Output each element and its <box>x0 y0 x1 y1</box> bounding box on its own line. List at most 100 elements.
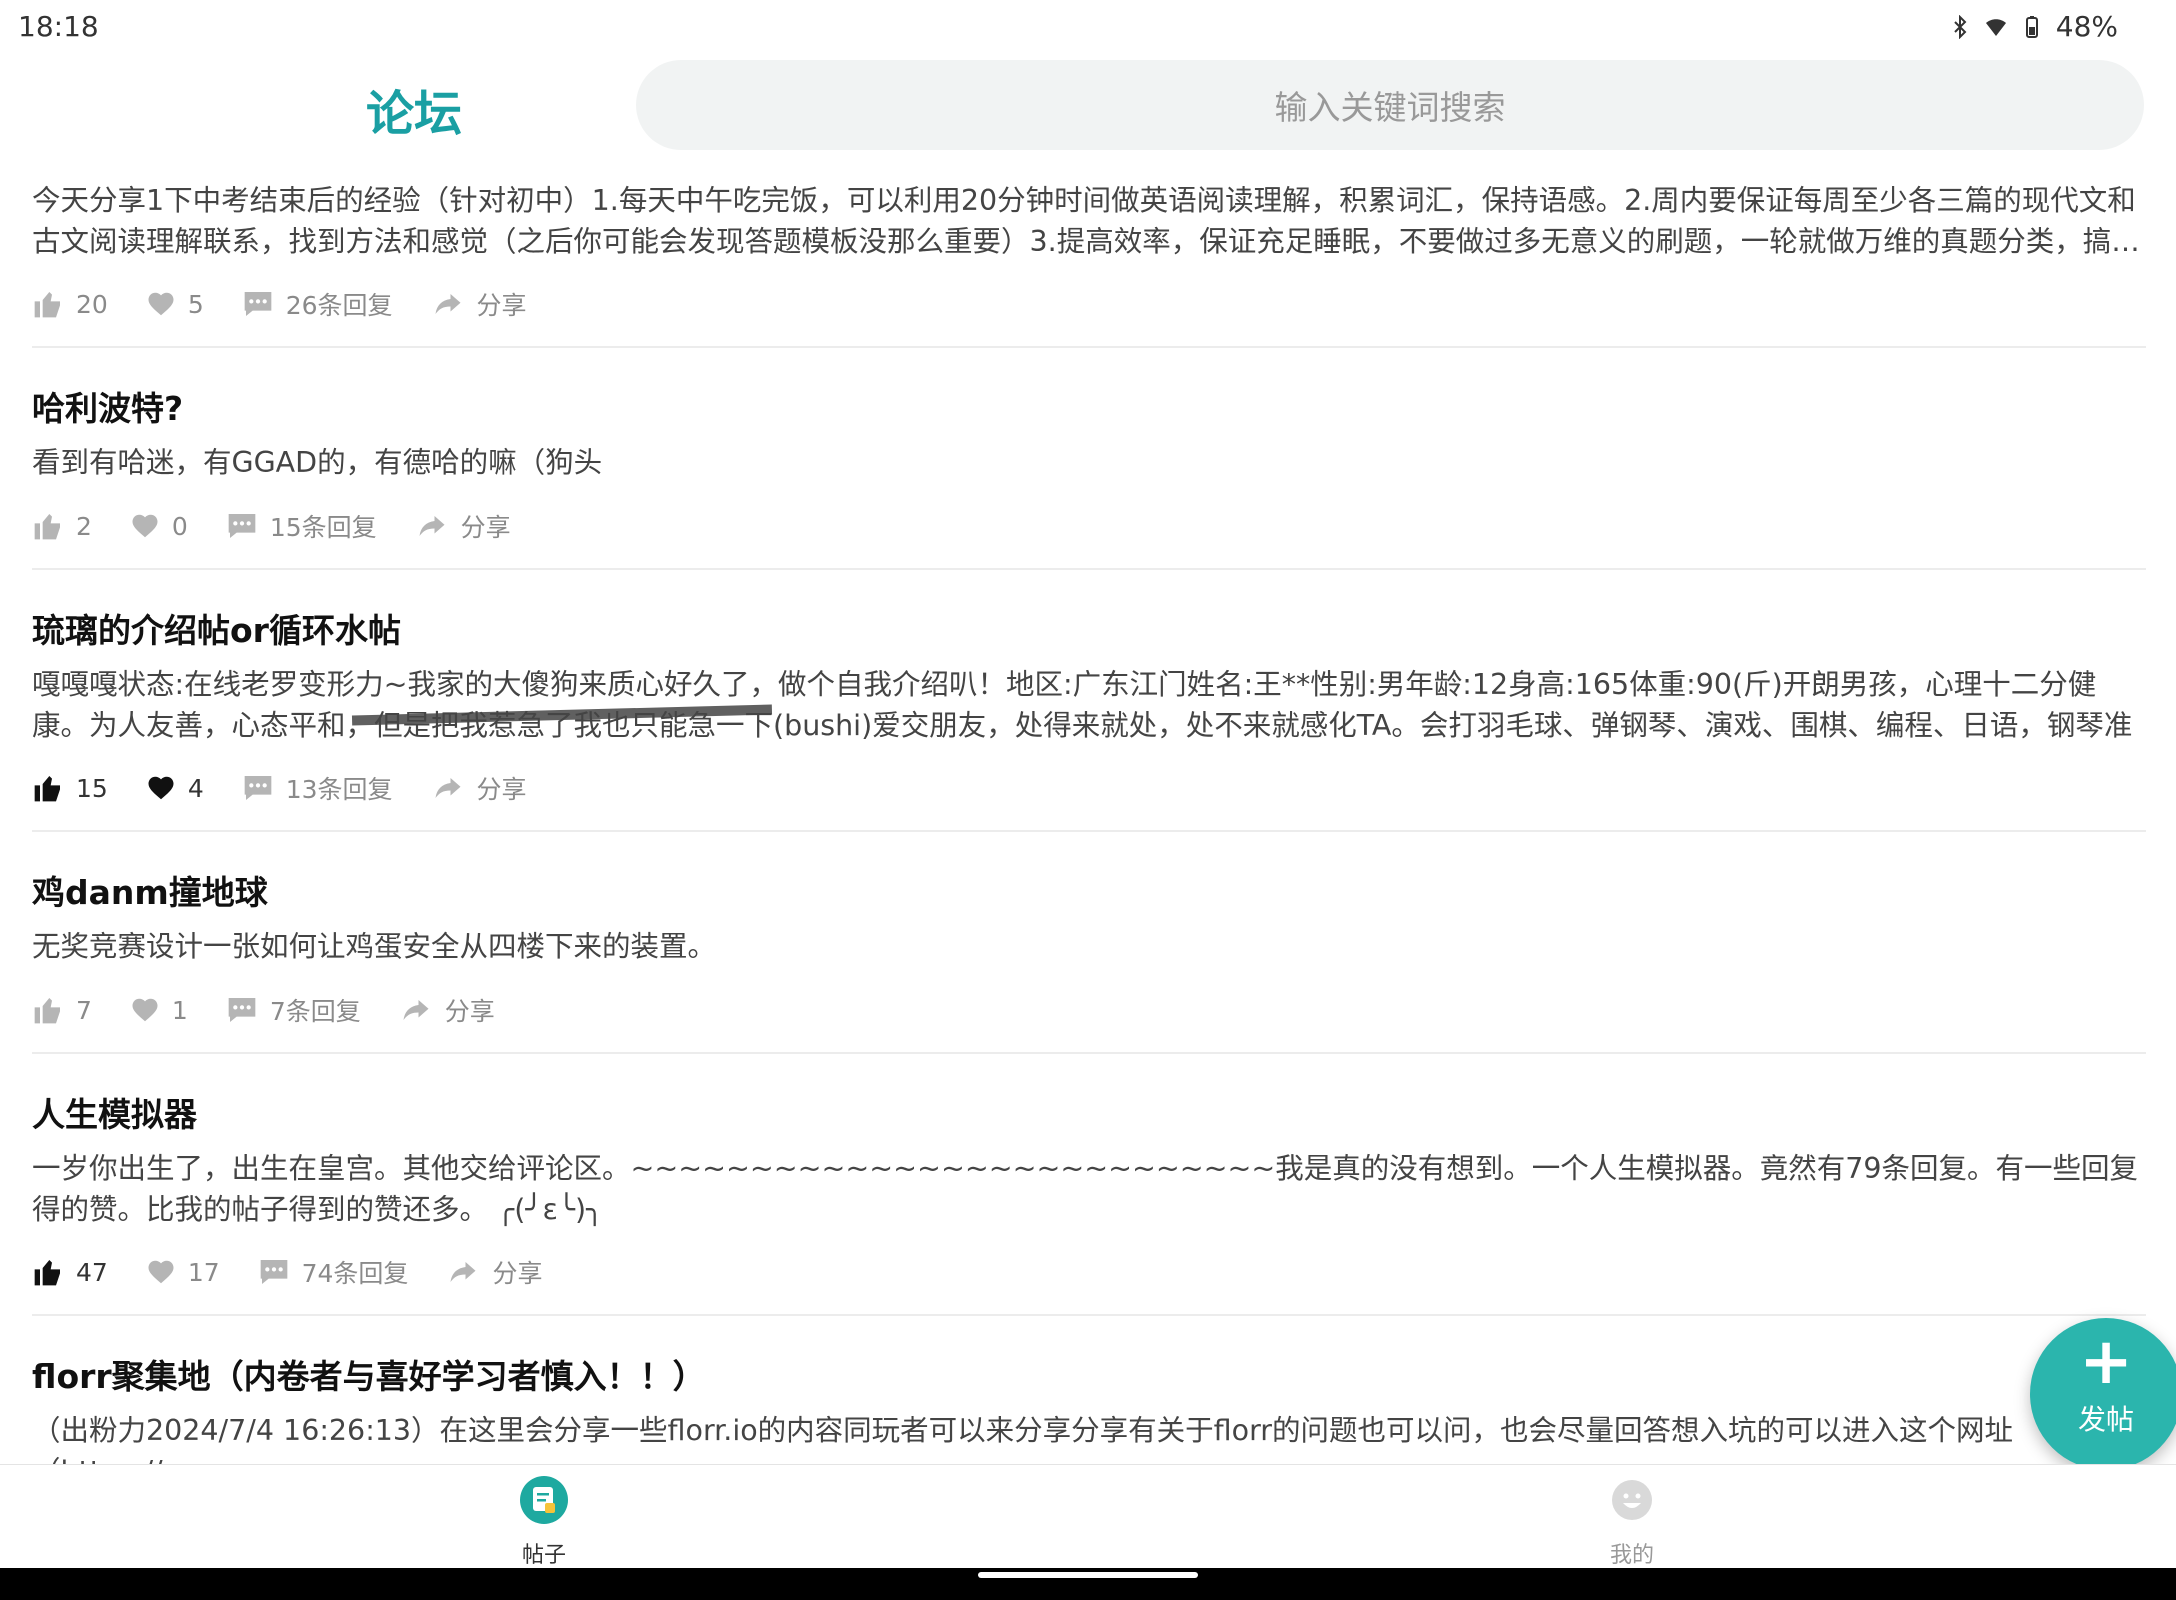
reply-button[interactable]: 13条回复 <box>242 770 393 806</box>
share-button[interactable]: 分享 <box>431 286 527 322</box>
favorite-button[interactable]: 1 <box>130 995 188 1025</box>
share-label: 分享 <box>492 1259 543 1288</box>
post-body: （出粉力2024/7/4 16:26:13）在这里会分享一些florr.io的内… <box>32 1414 2014 1464</box>
thumbs-up-icon <box>34 1260 60 1286</box>
share-button[interactable]: 分享 <box>446 1254 542 1290</box>
nav-posts-label: 帖子 <box>521 1543 566 1568</box>
like-button[interactable]: 15 <box>32 772 108 804</box>
reply-count: 74条回复 <box>301 1259 409 1288</box>
post-item[interactable]: 哈利波特? 看到有哈迷，有GGAD的，有德哈的嘛（狗头 2 0 15条回复 分享 <box>32 346 2146 570</box>
new-post-label: 发帖 <box>2077 1403 2134 1436</box>
like-button[interactable]: 7 <box>32 994 92 1026</box>
header: 论坛 输入关键词搜索 <box>0 52 2176 162</box>
post-body: 一岁你出生了，出生在皇宫。其他交给评论区。~~~~~~~~~~~~~~~~~~~… <box>32 1152 2139 1226</box>
reply-count: 26条回复 <box>285 291 393 320</box>
post-body: 看到有哈迷，有GGAD的，有德哈的嘛（狗头 <box>32 446 603 479</box>
comment-icon <box>244 776 272 800</box>
like-count: 20 <box>76 289 108 319</box>
post-actions: 20 5 26条回复 分享 <box>32 284 565 324</box>
thumbs-up-icon <box>34 998 60 1024</box>
post-item[interactable]: 鸡danm撞地球 无奖竞赛设计一张如何让鸡蛋安全从四楼下来的装置。 7 1 7条… <box>32 830 2146 1054</box>
plus-icon: + <box>2079 1325 2133 1399</box>
share-button[interactable]: 分享 <box>399 992 495 1028</box>
thumbs-up-icon <box>34 292 60 318</box>
post-title: 人生模拟器 <box>32 1095 197 1134</box>
share-button[interactable]: 分享 <box>415 508 511 544</box>
reply-button[interactable]: 7条回复 <box>226 992 361 1028</box>
reply-button[interactable]: 74条回复 <box>258 1254 409 1290</box>
share-icon <box>450 1262 476 1282</box>
share-icon <box>403 1000 429 1020</box>
nav-me-label: 我的 <box>1609 1543 1654 1568</box>
comment-icon <box>244 292 272 316</box>
wifi-icon <box>1985 18 2006 36</box>
nav-posts[interactable]: 帖子 <box>484 1475 604 1569</box>
home-handle[interactable] <box>978 1572 1198 1578</box>
status-bar: 18:18 48% <box>0 0 2176 52</box>
bluetooth-icon <box>1954 14 1967 39</box>
like-button[interactable]: 2 <box>32 510 92 542</box>
battery-percent: 48% <box>2055 10 2118 43</box>
reply-button[interactable]: 26条回复 <box>242 286 393 322</box>
page-title: 论坛 <box>366 86 463 142</box>
like-button[interactable]: 47 <box>32 1256 108 1288</box>
share-label: 分享 <box>460 513 511 542</box>
favorite-count: 4 <box>187 773 204 803</box>
post-body: 今天分享1下中考结束后的经验（针对初中）1.每天中午吃完饭，可以利用20分钟时间… <box>32 184 2140 258</box>
post-title: 哈利波特? <box>32 389 184 428</box>
comment-icon <box>260 1260 287 1284</box>
posts-icon <box>520 1476 568 1524</box>
like-count: 7 <box>76 995 92 1025</box>
post-actions: 15 4 13条回复 分享 <box>32 768 565 808</box>
comment-icon <box>228 514 256 538</box>
battery-icon <box>2025 15 2038 38</box>
favorite-count: 17 <box>187 1257 220 1287</box>
favorite-count: 0 <box>171 511 188 541</box>
like-count: 47 <box>76 1257 108 1287</box>
like-button[interactable]: 20 <box>32 288 108 320</box>
favorite-count: 1 <box>171 995 188 1025</box>
nav-me[interactable]: 我的 <box>1572 1475 1692 1569</box>
post-item[interactable]: florr聚集地（内卷者与喜好学习者慎入！！） （出粉力2024/7/4 16:… <box>32 1314 2146 1464</box>
heart-icon <box>148 776 174 800</box>
reply-count: 15条回复 <box>269 513 377 542</box>
post-actions: 2 0 15条回复 分享 <box>32 506 549 546</box>
favorite-button[interactable]: 0 <box>130 511 188 541</box>
reply-count: 7条回复 <box>269 997 361 1026</box>
favorite-count: 5 <box>187 289 204 319</box>
post-body: 无奖竞赛设计一张如何让鸡蛋安全从四楼下来的装置。 <box>32 930 717 963</box>
status-time: 18:18 <box>18 10 99 43</box>
post-title: 琉璃的介绍帖or循环水帖 <box>32 611 401 650</box>
share-label: 分享 <box>476 775 527 804</box>
thumbs-up-icon <box>34 776 60 802</box>
post-title: 鸡danm撞地球 <box>32 873 268 912</box>
reply-count: 13条回复 <box>285 775 393 804</box>
share-icon <box>419 516 445 536</box>
post-feed[interactable]: 今天分享1下中考结束后的经验（针对初中）1.每天中午吃完饭，可以利用20分钟时间… <box>0 162 2176 1464</box>
search-input[interactable]: 输入关键词搜索 <box>636 60 2144 150</box>
post-item[interactable]: 人生模拟器 一岁你出生了，出生在皇宫。其他交给评论区。~~~~~~~~~~~~~… <box>32 1052 2146 1316</box>
post-actions: 7 1 7条回复 分享 <box>32 990 533 1030</box>
comment-icon <box>228 998 256 1022</box>
new-post-button[interactable]: + 发帖 <box>2030 1318 2176 1470</box>
profile-icon <box>1612 1480 1652 1520</box>
share-icon <box>435 294 461 314</box>
share-label: 分享 <box>476 291 527 320</box>
like-count: 2 <box>76 511 92 541</box>
post-item[interactable]: 今天分享1下中考结束后的经验（针对初中）1.每天中午吃完饭，可以利用20分钟时间… <box>32 162 2146 348</box>
favorite-button[interactable]: 4 <box>146 773 204 803</box>
post-body: 嘎嘎嘎状态:在线老罗变形力~我家的大傻狗来质心好久了，做个自我介绍叭！地区:广东… <box>32 668 2133 742</box>
post-item[interactable]: 琉璃的介绍帖or循环水帖 嘎嘎嘎状态:在线老罗变形力~我家的大傻狗来质心好久了，… <box>32 568 2146 832</box>
share-label: 分享 <box>444 997 495 1026</box>
favorite-button[interactable]: 17 <box>146 1257 220 1287</box>
bottom-nav: 帖子 我的 <box>0 1464 2176 1569</box>
post-actions: 47 17 74条回复 分享 <box>32 1252 580 1292</box>
share-button[interactable]: 分享 <box>431 770 527 806</box>
heart-icon <box>132 514 158 538</box>
post-title: florr聚集地（内卷者与喜好学习者慎入！！） <box>32 1357 706 1396</box>
like-count: 15 <box>76 773 108 803</box>
reply-button[interactable]: 15条回复 <box>226 508 377 544</box>
favorite-button[interactable]: 5 <box>146 289 204 319</box>
heart-icon <box>148 292 174 316</box>
thumbs-up-icon <box>34 514 60 540</box>
